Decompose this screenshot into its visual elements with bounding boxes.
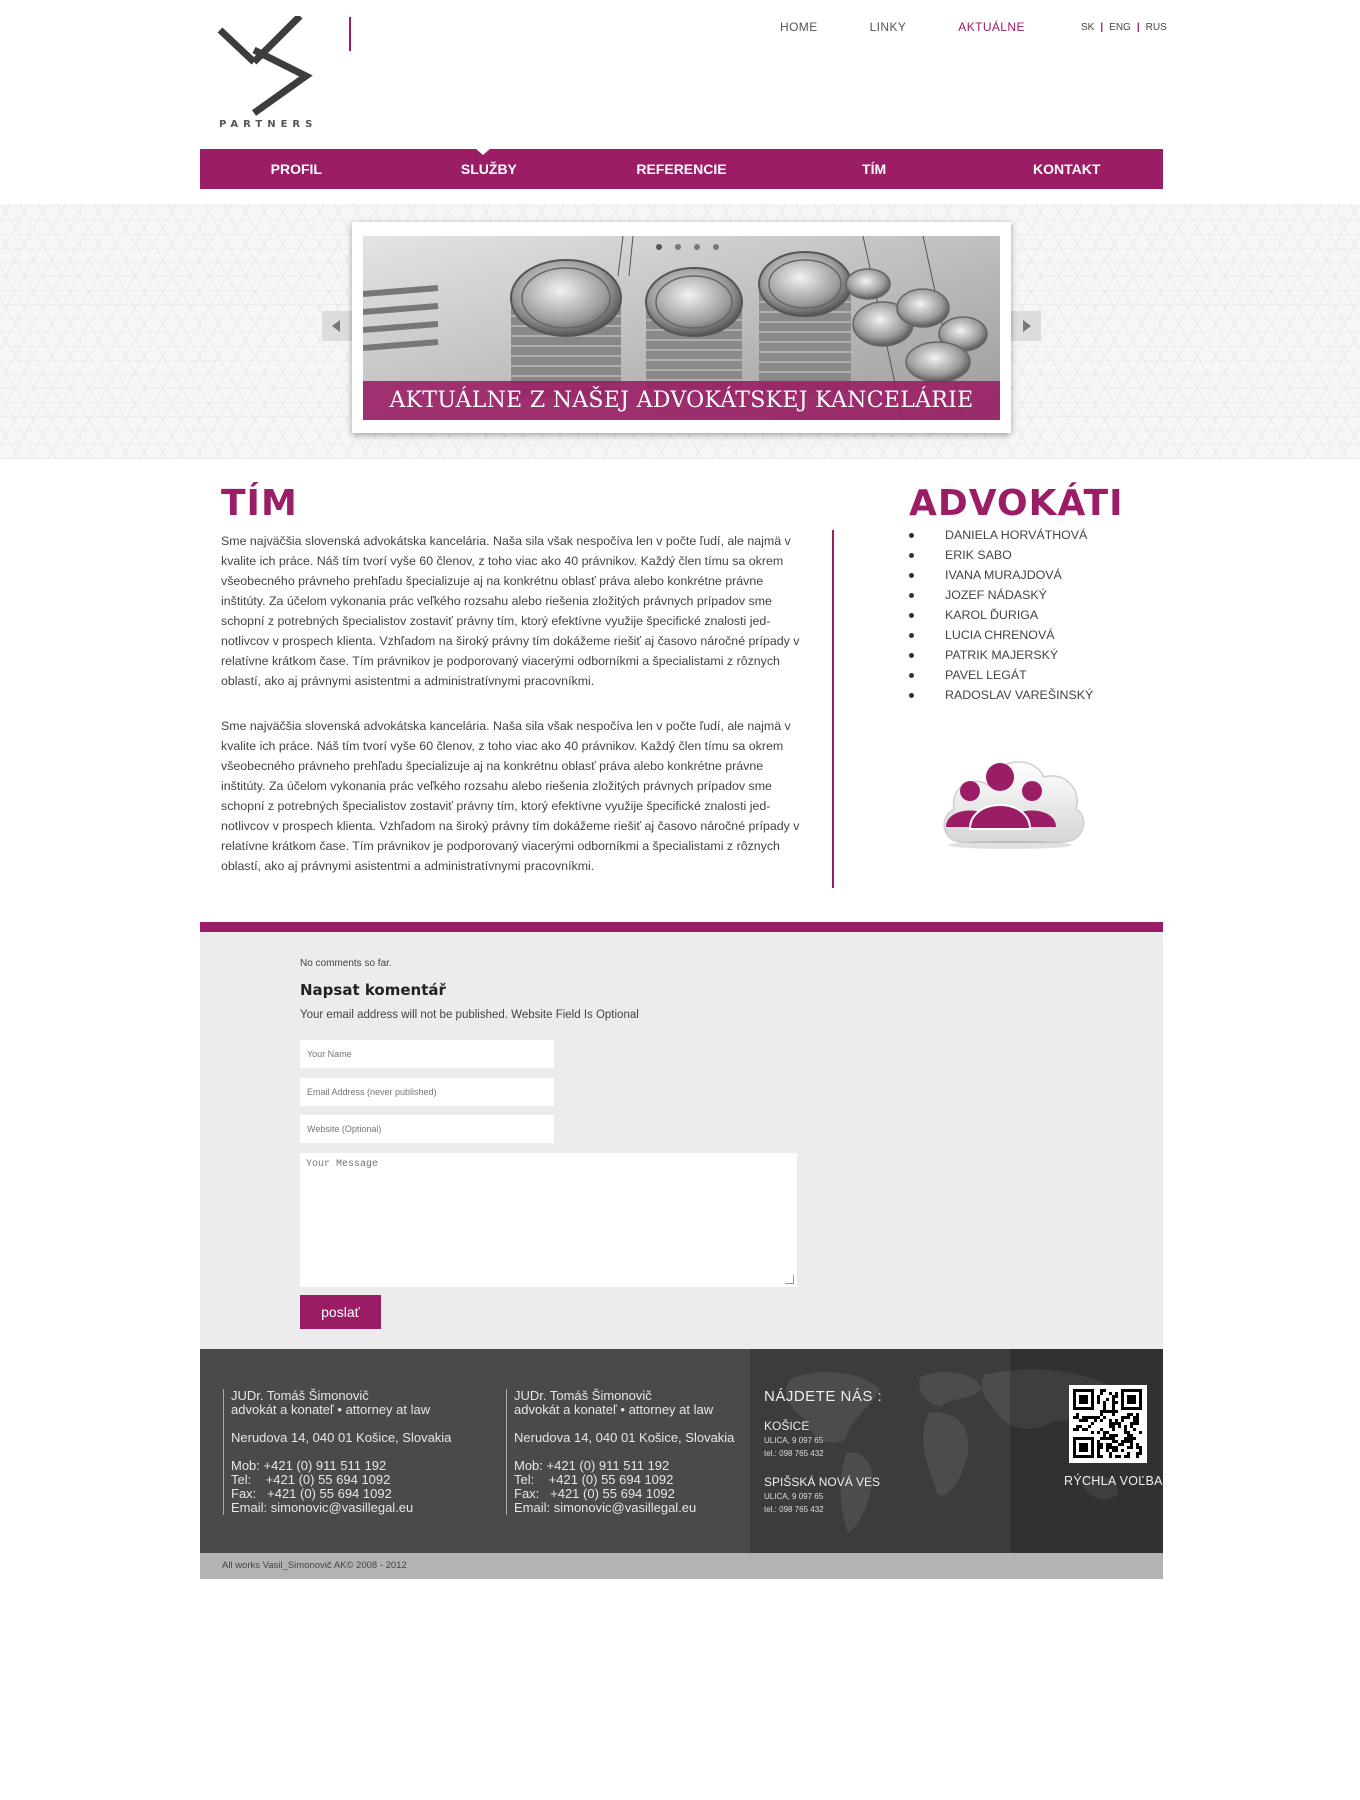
logo-mark-icon [217, 16, 313, 116]
team-paragraph: Sme najväčšia slovenská advokátska kance… [221, 719, 800, 873]
top-nav-news[interactable]: AKTUÁLNE [958, 20, 1025, 40]
slider-dot[interactable] [656, 244, 662, 250]
contact-name: JUDr. Tomáš Šimonovič [231, 1388, 369, 1403]
logo-divider [349, 17, 351, 51]
slider-dot[interactable] [713, 244, 719, 250]
lawyer-item[interactable]: PATRIK MAJERSKÝ [908, 645, 1093, 665]
main-nav-kontakt[interactable]: KONTAKT [970, 149, 1163, 189]
location-phone: tel.: 098 765 432 [764, 1449, 824, 1458]
logo-text: PARTNERS [219, 119, 318, 130]
contact-fax: Fax: +421 (0) 55 694 1092 [231, 1486, 392, 1501]
lang-rus[interactable]: RUS [1146, 22, 1167, 33]
lawyer-item[interactable]: LUCIA CHRENOVÁ [908, 625, 1093, 645]
page-title: TÍM [221, 483, 298, 524]
lawyer-item[interactable]: DANIELA HORVÁTHOVÁ [908, 525, 1093, 545]
content-divider [832, 530, 834, 888]
no-comments-text: No comments so far. [300, 958, 392, 969]
send-button[interactable]: poslať [300, 1295, 381, 1329]
lawyer-item[interactable]: ERIK SABO [908, 545, 1093, 565]
lang-sk[interactable]: SK [1081, 22, 1094, 33]
location-phone: tel.: 098 765 432 [764, 1505, 824, 1514]
find-us-panel: NÁJDETE NÁS : KOŠICE ULICA, 9 097 65 tel… [750, 1349, 1163, 1553]
comments-section: No comments so far. Napsat komentář Your… [200, 922, 1163, 1349]
contact-card: JUDr. Tomáš Šimonovič advokát a konateľ … [223, 1389, 451, 1515]
slider-dot[interactable] [675, 244, 681, 250]
contact-mobile: Mob: +421 (0) 911 511 192 [514, 1458, 670, 1473]
slider-prev-arrow-icon[interactable] [322, 311, 352, 341]
footer: JUDr. Tomáš Šimonovič advokát a konateľ … [200, 1349, 1163, 1553]
slider-next-arrow-icon[interactable] [1011, 311, 1041, 341]
lang-separator: | [1136, 22, 1140, 33]
website-input[interactable] [300, 1115, 554, 1143]
main-nav: PROFIL SLUŽBY REFERENCIE TÍM KONTAKT [200, 149, 1163, 189]
coins-photo: AKTUÁLNE Z NAŠEJ ADVOKÁTSKEJ KANCELÁRIE [363, 236, 1000, 420]
contact-mobile: Mob: +421 (0) 911 511 192 [231, 1458, 387, 1473]
lawyer-item[interactable]: KAROL ĎURIGA [908, 605, 1093, 625]
main-nav-profil[interactable]: PROFIL [200, 149, 393, 189]
lawyer-item[interactable]: PAVEL LEGÁT [908, 665, 1093, 685]
slider-dots [656, 244, 719, 250]
lawyer-item[interactable]: RADOSLAV VAREŠINSKÝ [908, 685, 1093, 705]
email-input[interactable] [300, 1078, 554, 1106]
contact-email[interactable]: Email: simonovic@vasillegal.eu [231, 1501, 451, 1515]
contact-tel: Tel: +421 (0) 55 694 1092 [514, 1472, 674, 1487]
lang-eng[interactable]: ENG [1109, 22, 1131, 33]
team-paragraph: Sme najväčšia slovenská advokátska kance… [221, 534, 800, 688]
location-city: SPIŠSKÁ NOVÁ VES [764, 1475, 881, 1489]
resize-grip-icon[interactable] [785, 1275, 794, 1284]
language-switcher: SK | ENG | RUS [1081, 22, 1167, 33]
contact-role: advokát a konateľ • attorney at law [231, 1402, 431, 1417]
lawyer-item[interactable]: JOZEF NÁDASKÝ [908, 585, 1093, 605]
message-input[interactable] [300, 1153, 797, 1287]
active-nav-pointer [475, 148, 491, 155]
main-nav-sluzby[interactable]: SLUŽBY [393, 149, 586, 189]
lawyer-item[interactable]: IVANA MURAJDOVÁ [908, 565, 1093, 585]
logo[interactable] [214, 16, 324, 136]
main-nav-tim[interactable]: TÍM [778, 149, 971, 189]
slider-caption[interactable]: AKTUÁLNE Z NAŠEJ ADVOKÁTSKEJ KANCELÁRIE [363, 381, 1000, 420]
top-nav-links[interactable]: LINKY [870, 20, 907, 40]
location-street: ULICA, 9 097 65 [764, 1436, 824, 1445]
main-nav-referencie[interactable]: REFERENCIE [585, 149, 778, 189]
name-input[interactable] [300, 1040, 554, 1068]
contact-address: Nerudova 14, 040 01 Košice, Slovakia [514, 1430, 735, 1445]
copyright: All works Vasil_Simonovič AK© 2008 - 201… [200, 1553, 1163, 1579]
contact-role: advokát a konateľ • attorney at law [514, 1402, 714, 1417]
team-cloud-icon [932, 737, 1087, 851]
top-nav: HOME LINKY AKTUÁLNE [780, 20, 1077, 40]
contact-name: JUDr. Tomáš Šimonovič [514, 1388, 652, 1403]
contact-fax: Fax: +421 (0) 55 694 1092 [514, 1486, 675, 1501]
qr-code-icon[interactable] [1069, 1385, 1147, 1463]
location-city: KOŠICE [764, 1419, 810, 1433]
qr-label: RÝCHLA VOĽBA [1064, 1474, 1163, 1488]
contact-address: Nerudova 14, 040 01 Košice, Slovakia [231, 1430, 452, 1445]
comment-form-note: Your email address will not be published… [300, 1009, 639, 1021]
slider-dot[interactable] [694, 244, 700, 250]
comment-form-heading: Napsat komentář [300, 981, 446, 999]
contact-tel: Tel: +421 (0) 55 694 1092 [231, 1472, 391, 1487]
lang-separator: | [1100, 22, 1104, 33]
slider: AKTUÁLNE Z NAŠEJ ADVOKÁTSKEJ KANCELÁRIE [352, 222, 1011, 433]
contact-email[interactable]: Email: simonovic@vasillegal.eu [514, 1501, 734, 1515]
lawyers-title: ADVOKÁTI [909, 483, 1124, 524]
lawyers-list: DANIELA HORVÁTHOVÁ ERIK SABO IVANA MURAJ… [908, 525, 1093, 705]
contact-card: JUDr. Tomáš Šimonovič advokát a konateľ … [506, 1389, 734, 1515]
location-street: ULICA, 9 097 65 [764, 1492, 824, 1501]
find-us-title: NÁJDETE NÁS : [764, 1388, 883, 1405]
top-nav-home[interactable]: HOME [780, 20, 818, 40]
